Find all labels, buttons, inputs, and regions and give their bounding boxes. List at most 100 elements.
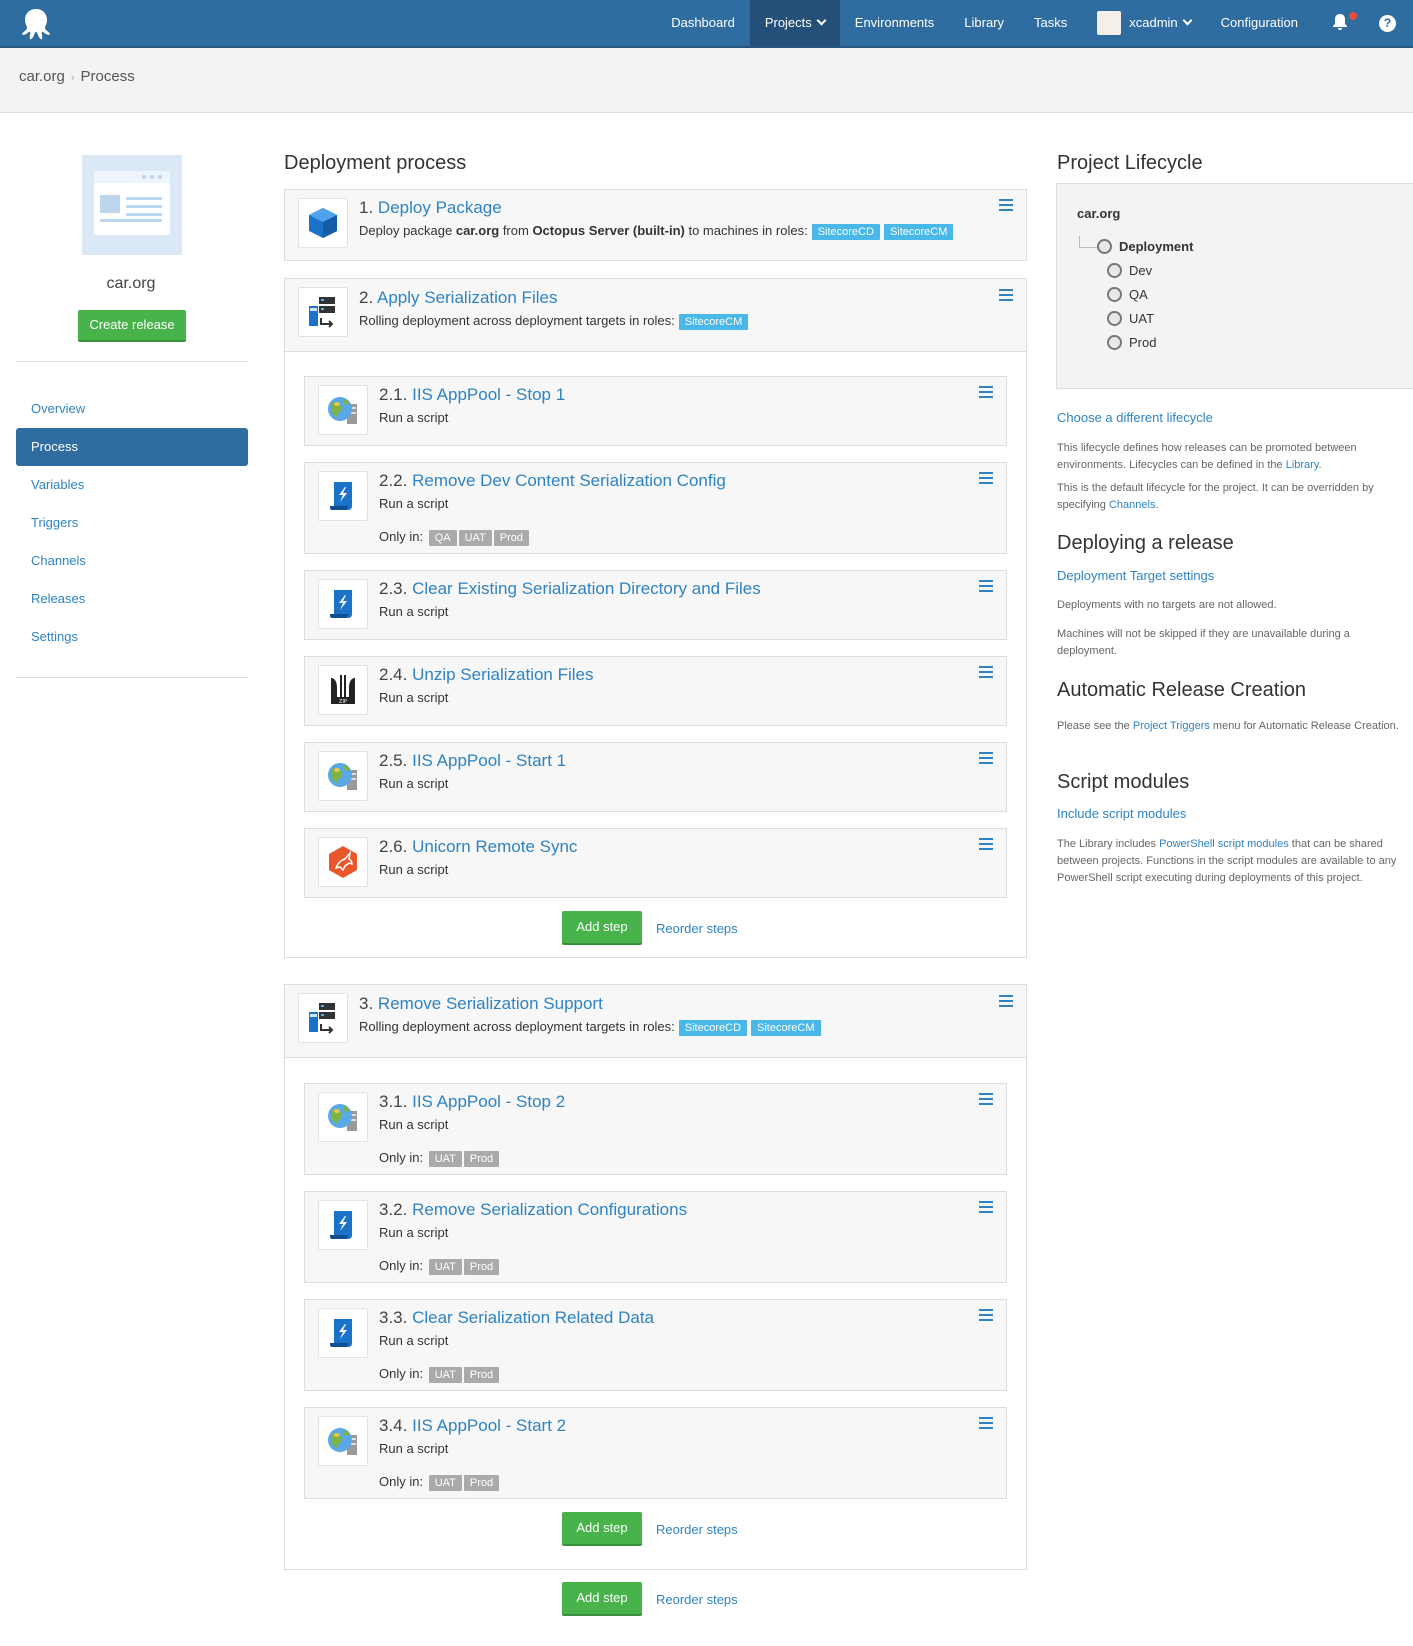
powershell-script-icon	[318, 579, 368, 629]
child-step-card[interactable]: 2.1. IIS AppPool - Stop 1 Run a script	[304, 376, 1007, 446]
reorder-child-steps-link[interactable]: Reorder steps	[656, 921, 738, 936]
step-title[interactable]: 3.1. IIS AppPool - Stop 2	[379, 1092, 565, 1112]
child-step-card[interactable]: 3.2. Remove Serialization Configurations…	[304, 1191, 1007, 1283]
child-step-card[interactable]: 2.5. IIS AppPool - Start 1 Run a script	[304, 742, 1007, 812]
sidebar-divider	[16, 361, 248, 362]
step-name[interactable]: Remove Dev Content Serialization Config	[412, 471, 726, 490]
choose-lifecycle-link[interactable]: Choose a different lifecycle	[1057, 410, 1213, 425]
step-title[interactable]: 3.2. Remove Serialization Configurations	[379, 1200, 687, 1220]
deploying-title: Deploying a release	[1057, 532, 1234, 554]
help-icon: ?	[1379, 15, 1396, 32]
child-step-card[interactable]: 2.3. Clear Existing Serialization Direct…	[304, 570, 1007, 640]
step-menu-icon[interactable]	[979, 1201, 993, 1213]
nav-tasks[interactable]: Tasks	[1019, 0, 1082, 46]
library-link[interactable]: Library	[1286, 459, 1319, 471]
breadcrumb-current: Process	[80, 68, 135, 85]
deployment-target-settings-link[interactable]: Deployment Target settings	[1057, 568, 1214, 583]
step-card[interactable]: 3. Remove Serialization Support Rolling …	[284, 984, 1027, 1058]
sidebar-item-settings[interactable]: Settings	[16, 618, 248, 656]
step-card[interactable]: 1. Deploy Package Deploy package car.org…	[284, 189, 1027, 261]
step-name[interactable]: Unicorn Remote Sync	[412, 837, 577, 856]
step-title[interactable]: 2.3. Clear Existing Serialization Direct…	[379, 579, 761, 599]
step-menu-icon[interactable]	[979, 386, 993, 398]
info-text: The Library includes	[1057, 838, 1160, 850]
step-name[interactable]: Deploy Package	[378, 198, 502, 217]
step-name[interactable]: Unzip Serialization Files	[412, 665, 593, 684]
step-menu-icon[interactable]	[979, 838, 993, 850]
breadcrumb-project[interactable]: car.org	[19, 68, 65, 85]
step-name[interactable]: IIS AppPool - Stop 1	[412, 385, 565, 404]
child-step-card[interactable]: ZIP 2.4. Unzip Serialization Files Run a…	[304, 656, 1007, 726]
step-title[interactable]: 3.4. IIS AppPool - Start 2	[379, 1416, 566, 1436]
powershell-modules-link[interactable]: PowerShell script modules	[1159, 838, 1289, 850]
child-step-card[interactable]: 3.4. IIS AppPool - Start 2 Run a script …	[304, 1407, 1007, 1499]
step-name[interactable]: IIS AppPool - Stop 2	[412, 1092, 565, 1111]
reorder-steps-link[interactable]: Reorder steps	[656, 1592, 738, 1607]
sidebar-item-releases[interactable]: Releases	[16, 580, 248, 618]
channels-link[interactable]: Channels	[1109, 499, 1155, 511]
sidebar-item-variables[interactable]: Variables	[16, 466, 248, 504]
notifications-button[interactable]	[1313, 0, 1367, 46]
sidebar-item-overview[interactable]: Overview	[16, 390, 248, 428]
nav-dashboard[interactable]: Dashboard	[656, 0, 750, 46]
octopus-logo-icon[interactable]	[18, 7, 54, 41]
nav-configuration[interactable]: Configuration	[1206, 0, 1313, 46]
child-step-card[interactable]: 2.2. Remove Dev Content Serialization Co…	[304, 462, 1007, 554]
step-name[interactable]: Remove Serialization Support	[378, 994, 603, 1013]
sidebar-item-process[interactable]: Process	[16, 428, 248, 466]
step-name[interactable]: Remove Serialization Configurations	[412, 1200, 687, 1219]
step-menu-icon[interactable]	[999, 995, 1013, 1007]
child-step-card[interactable]: 3.3. Clear Serialization Related Data Ru…	[304, 1299, 1007, 1391]
reorder-child-steps-link[interactable]: Reorder steps	[656, 1522, 738, 1537]
step-name[interactable]: Clear Existing Serialization Directory a…	[412, 579, 761, 598]
sidebar-item-triggers[interactable]: Triggers	[16, 504, 248, 542]
step-title[interactable]: 3.3. Clear Serialization Related Data	[379, 1308, 654, 1328]
step-menu-icon[interactable]	[979, 1417, 993, 1429]
step-title[interactable]: 3. Remove Serialization Support	[359, 994, 603, 1014]
lifecycle-environment: Prod	[1107, 335, 1156, 351]
add-child-step-button[interactable]: Add step	[562, 911, 642, 945]
step-menu-icon[interactable]	[979, 1093, 993, 1105]
step-menu-icon[interactable]	[979, 580, 993, 592]
create-release-button[interactable]: Create release	[78, 310, 186, 342]
step-desc-text: to machines in roles:	[684, 223, 808, 238]
step-number: 1.	[359, 198, 374, 217]
nav-projects[interactable]: Projects	[749, 0, 840, 46]
add-child-step-button[interactable]: Add step	[562, 1512, 642, 1546]
step-title[interactable]: 2.1. IIS AppPool - Stop 1	[379, 385, 565, 405]
step-menu-icon[interactable]	[979, 1309, 993, 1321]
help-button[interactable]: ?	[1367, 0, 1413, 46]
step-description: Run a script	[379, 1441, 449, 1456]
include-script-modules-link[interactable]: Include script modules	[1057, 806, 1186, 821]
role-tag: SitecoreCD	[811, 224, 880, 240]
lifecycle-name: car.org	[1077, 206, 1121, 221]
add-step-button[interactable]: Add step	[562, 1582, 642, 1616]
step-name[interactable]: IIS AppPool - Start 1	[412, 751, 566, 770]
step-menu-icon[interactable]	[979, 752, 993, 764]
step-name[interactable]: IIS AppPool - Start 2	[412, 1416, 566, 1435]
step-card[interactable]: 2. Apply Serialization Files Rolling dep…	[284, 278, 1027, 352]
step-title[interactable]: 2.4. Unzip Serialization Files	[379, 665, 594, 685]
lifecycle-environment: UAT	[1107, 311, 1154, 327]
step-title[interactable]: 2. Apply Serialization Files	[359, 288, 557, 308]
step-menu-icon[interactable]	[999, 289, 1013, 301]
nav-library[interactable]: Library	[949, 0, 1019, 46]
step-title[interactable]: 2.2. Remove Dev Content Serialization Co…	[379, 471, 726, 491]
env-tag: UAT	[428, 1151, 462, 1167]
step-name[interactable]: Clear Serialization Related Data	[412, 1308, 654, 1327]
nav-user-menu[interactable]: xcadmin	[1082, 0, 1205, 46]
step-menu-icon[interactable]	[979, 666, 993, 678]
child-step-card[interactable]: 3.1. IIS AppPool - Stop 2 Run a script O…	[304, 1083, 1007, 1175]
info-text: Please see the	[1057, 720, 1133, 732]
step-menu-icon[interactable]	[999, 199, 1013, 211]
sidebar-item-channels[interactable]: Channels	[16, 542, 248, 580]
step-menu-icon[interactable]	[979, 472, 993, 484]
step-name[interactable]: Apply Serialization Files	[377, 288, 557, 307]
project-triggers-link[interactable]: Project Triggers	[1133, 720, 1210, 732]
step-title[interactable]: 2.5. IIS AppPool - Start 1	[379, 751, 566, 771]
nav-environments[interactable]: Environments	[840, 0, 949, 46]
lifecycle-info: This lifecycle defines how releases can …	[1057, 440, 1412, 474]
child-step-card[interactable]: 2.6. Unicorn Remote Sync Run a script	[304, 828, 1007, 898]
step-title[interactable]: 2.6. Unicorn Remote Sync	[379, 837, 577, 857]
step-title[interactable]: 1. Deploy Package	[359, 198, 502, 218]
